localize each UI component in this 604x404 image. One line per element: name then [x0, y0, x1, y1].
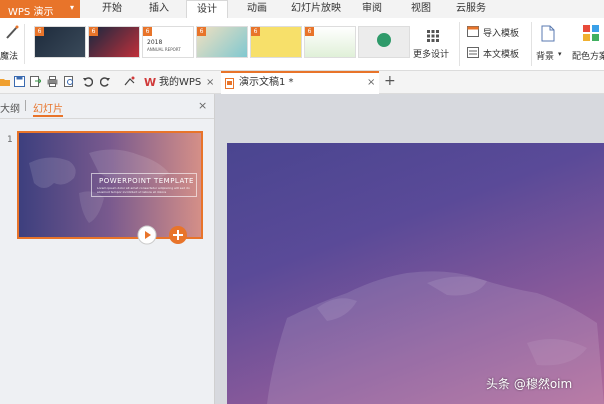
- app-name: WPS 演示: [8, 7, 54, 18]
- template-thumbnail-6[interactable]: 6: [304, 26, 356, 58]
- tab-separator: [25, 100, 26, 111]
- menu-item-cloud[interactable]: 云服务: [450, 0, 492, 18]
- more-design-label[interactable]: 更多设计: [413, 47, 449, 60]
- template-thumbnail-2[interactable]: 6: [88, 26, 140, 58]
- ribbon-divider: [531, 22, 532, 66]
- current-slide[interactable]: [227, 143, 604, 404]
- redo-icon[interactable]: [100, 76, 111, 87]
- open-icon[interactable]: [0, 76, 11, 87]
- this-template-label[interactable]: 本文模板: [483, 47, 519, 60]
- thumbnail-year: 2018: [147, 39, 163, 46]
- export-icon[interactable]: [30, 76, 41, 87]
- tab-my-wps[interactable]: W 我的WPS ×: [141, 73, 215, 93]
- panel-divider: [0, 118, 214, 119]
- background-icon[interactable]: [541, 25, 555, 42]
- close-panel-icon[interactable]: ×: [198, 99, 207, 112]
- template-badge-icon: 6: [251, 27, 260, 36]
- menu-bar: WPS 演示 ▾ 开始 插入 设计 动画 幻灯片放映 审阅 视图 云服务: [0, 0, 604, 20]
- tab-my-wps-label: 我的WPS: [159, 77, 202, 88]
- tab-outline[interactable]: 大纲: [0, 100, 20, 115]
- thumbnail-title: POWERPOINT TEMPLATE: [99, 177, 194, 185]
- magic-wand-icon[interactable]: [4, 24, 20, 40]
- background-label[interactable]: 背景: [536, 49, 554, 62]
- menu-item-design[interactable]: 设计: [186, 0, 228, 20]
- tab-document-label: 演示文稿1 *: [239, 77, 294, 88]
- background-dropdown-icon[interactable]: ▾: [558, 50, 562, 58]
- template-thumbnail-1[interactable]: 6: [34, 26, 86, 58]
- quick-access-bar: W 我的WPS × 演示文稿1 * × +: [0, 71, 604, 94]
- grid-icon[interactable]: [427, 30, 439, 42]
- color-scheme-label[interactable]: 配色方案: [572, 49, 604, 62]
- magic-label[interactable]: 魔法: [0, 49, 18, 62]
- wps-logo-icon: W: [144, 76, 157, 89]
- template-thumbnail-3[interactable]: 6 2018 ANNUAL REPORT: [142, 26, 194, 58]
- color-scheme-icon[interactable]: [583, 25, 599, 41]
- tab-slides[interactable]: 幻灯片: [33, 100, 63, 115]
- ribbon-divider: [459, 22, 460, 66]
- close-icon[interactable]: ×: [206, 73, 214, 93]
- tab-document[interactable]: 演示文稿1 * ×: [221, 71, 379, 94]
- play-slide-button[interactable]: [137, 225, 157, 245]
- template-badge-icon: 6: [143, 27, 152, 36]
- add-slide-button[interactable]: [168, 225, 188, 245]
- ribbon-divider: [24, 24, 25, 64]
- print-preview-icon[interactable]: [64, 76, 75, 87]
- template-badge-icon: 6: [89, 27, 98, 36]
- template-badge-icon: 6: [35, 27, 44, 36]
- this-template-icon[interactable]: [467, 47, 479, 58]
- design-ribbon: 魔法 6 6 6 2018 ANNUAL REPORT 6 6 6 更多设计 导…: [0, 18, 604, 71]
- new-tab-icon[interactable]: +: [384, 73, 396, 89]
- menu-item-animation[interactable]: 动画: [241, 0, 273, 18]
- thumbnail-subtitle-2: eiusmod tempor incididunt ut labore et d…: [97, 190, 167, 194]
- print-icon[interactable]: [47, 76, 58, 87]
- template-thumbnail-4[interactable]: 6: [196, 26, 248, 58]
- menu-item-start[interactable]: 开始: [96, 0, 128, 18]
- import-template-label[interactable]: 导入模板: [483, 26, 519, 39]
- template-badge-icon: 6: [197, 27, 206, 36]
- world-map-background: [267, 271, 604, 404]
- template-thumbnail-7[interactable]: [358, 26, 410, 58]
- slide-number: 1: [7, 135, 13, 145]
- customize-toolbar-icon[interactable]: [124, 76, 135, 87]
- template-badge-icon: 6: [305, 27, 314, 36]
- menu-item-view[interactable]: 视图: [405, 0, 437, 18]
- menu-item-insert[interactable]: 插入: [143, 0, 175, 18]
- tab-slides-underline: [33, 115, 63, 117]
- menu-item-slideshow[interactable]: 幻灯片放映: [286, 0, 346, 18]
- thumbnail-report: ANNUAL REPORT: [147, 47, 181, 52]
- thumbnail-circle: [377, 33, 391, 47]
- import-template-icon[interactable]: [467, 26, 479, 37]
- save-icon[interactable]: [14, 76, 25, 87]
- chevron-down-icon: ▾: [70, 3, 75, 12]
- app-menu-button[interactable]: WPS 演示 ▾: [0, 0, 80, 18]
- presentation-file-icon: [225, 78, 234, 89]
- close-icon[interactable]: ×: [367, 73, 375, 93]
- template-thumbnail-5[interactable]: 6: [250, 26, 302, 58]
- watermark-text: 头条 @穆然oim: [486, 377, 573, 391]
- menu-item-review[interactable]: 审阅: [356, 0, 388, 18]
- undo-icon[interactable]: [82, 76, 93, 87]
- slide-thumbnail-1[interactable]: POWERPOINT TEMPLATE Lorem ipsum dolor si…: [17, 131, 203, 239]
